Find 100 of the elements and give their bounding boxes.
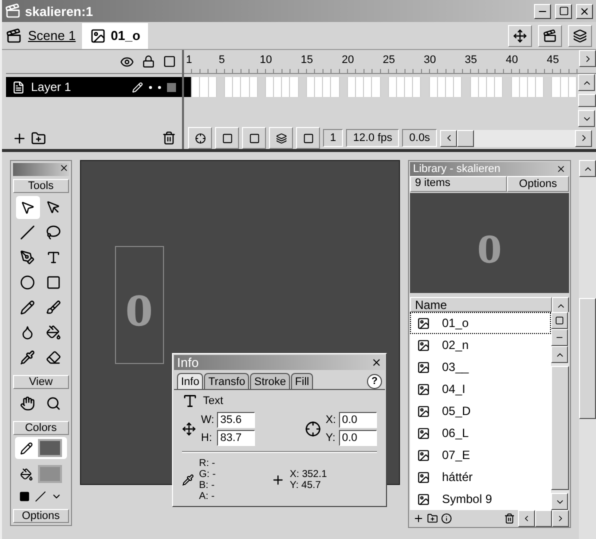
frame-number: 25 [382, 54, 396, 66]
frame-number: 5 [218, 54, 225, 66]
panel-tab[interactable]: Info [177, 373, 204, 389]
current-frame: 1 [323, 129, 344, 147]
scene-link[interactable]: Scene 1 [28, 28, 76, 43]
scrollbar[interactable] [551, 312, 570, 510]
x-field[interactable]: 0.0 [339, 412, 377, 428]
section-title: View [13, 375, 69, 389]
add-layer-icon[interactable] [12, 130, 27, 146]
stroke-swatch[interactable] [38, 439, 62, 457]
symbol-icon [90, 28, 106, 44]
item-count: 9 items [410, 176, 508, 192]
graphic-symbol-icon [416, 382, 430, 396]
edit-scene-button[interactable] [508, 24, 532, 46]
y-field[interactable]: 0.0 [339, 430, 377, 446]
scroll-thumb[interactable] [535, 510, 552, 526]
panel-tab[interactable]: Fill [291, 373, 314, 389]
visible-dot[interactable] [149, 86, 152, 88]
text-icon [182, 393, 198, 409]
scene-menu-button[interactable] [538, 24, 562, 46]
library-item[interactable]: 03__ [410, 356, 552, 378]
library-item[interactable]: háttér [410, 466, 552, 488]
maximize-button[interactable] [555, 4, 572, 18]
arrow-icon [20, 200, 36, 215]
square-icon [302, 132, 314, 144]
cursor-y: Y: 45.7 [290, 480, 322, 491]
window-title: skalieren:1 [25, 4, 94, 18]
new-folder-icon[interactable] [426, 512, 438, 524]
line-icon [20, 225, 36, 240]
eraser-icon [46, 350, 62, 365]
trash-icon[interactable] [162, 131, 176, 145]
library-item[interactable]: 02_n [410, 334, 552, 356]
frame-view-button[interactable] [579, 50, 596, 67]
library-item[interactable]: 07_E [410, 444, 552, 466]
width-label: W: [201, 414, 214, 426]
close-icon[interactable] [371, 357, 382, 368]
panel-tab[interactable]: Transfo [204, 373, 250, 389]
graphic-symbol-icon [416, 426, 430, 440]
hand-icon [20, 396, 36, 411]
center-button[interactable] [188, 127, 212, 149]
onion-outline-button[interactable] [242, 127, 266, 149]
frame-number: 40 [506, 54, 518, 66]
graphic-symbol-icon [416, 338, 430, 352]
color-value: G: - [199, 469, 216, 480]
y-label: Y: [326, 432, 336, 444]
help-button[interactable]: ? [367, 374, 382, 389]
library-item[interactable]: 06_L [410, 422, 552, 444]
width-field[interactable]: 35.6 [217, 412, 256, 428]
onion-skin-button[interactable] [215, 127, 239, 149]
library-item[interactable]: Symbol 9 [410, 488, 552, 510]
arrow-tool[interactable] [16, 196, 40, 219]
graphic-symbol-icon [416, 492, 430, 506]
layer-icon [12, 80, 25, 94]
color-value: B: - [199, 480, 216, 491]
eyedropper-icon [20, 350, 36, 365]
lock-icon[interactable] [142, 55, 155, 68]
new-symbol-icon[interactable] [412, 512, 424, 524]
frame-rate: 12.0 fps [346, 129, 400, 147]
pen-icon [20, 250, 36, 265]
section-title: Colors [13, 421, 69, 435]
close-button[interactable] [576, 4, 593, 18]
cursor-icon [270, 473, 285, 487]
close-icon[interactable] [556, 164, 566, 174]
horizontal-scrollbar[interactable] [518, 510, 570, 526]
lock-dot[interactable] [158, 86, 161, 88]
graphic-symbol-icon [416, 404, 430, 418]
stroke-color-row[interactable] [15, 437, 67, 459]
symbol-tab[interactable]: 01_o [82, 22, 148, 48]
search-icon [46, 396, 62, 411]
properties-icon[interactable] [440, 512, 452, 524]
options-button[interactable]: Options [507, 176, 570, 192]
layer-row[interactable]: Layer 1 [6, 77, 182, 97]
library-item[interactable]: 04_I [410, 378, 552, 400]
scrollbar[interactable] [579, 160, 596, 539]
object-type: Text [203, 395, 224, 407]
close-icon[interactable] [58, 163, 69, 173]
symbol-menu-button[interactable] [568, 24, 592, 46]
eye-icon[interactable] [120, 54, 134, 68]
panel-tab[interactable]: Stroke [250, 373, 290, 389]
outline-swatch[interactable] [167, 82, 176, 92]
height-label: H: [201, 432, 213, 444]
horizontal-scrollbar[interactable] [440, 130, 592, 146]
column-header[interactable]: Name [410, 297, 552, 312]
panel-title: Library - skalieren [412, 163, 500, 175]
rectangle-icon [46, 275, 62, 290]
fill-swatch[interactable] [38, 465, 62, 483]
brush-icon [46, 300, 62, 315]
minimize-button[interactable] [534, 4, 551, 18]
clapperboard-icon [543, 28, 557, 42]
trash-icon[interactable] [504, 512, 516, 524]
edit-frames-button[interactable] [269, 127, 293, 149]
library-item[interactable]: 01_o [410, 312, 552, 334]
outline-icon[interactable] [163, 55, 176, 68]
height-field[interactable]: 83.7 [217, 430, 256, 446]
library-item[interactable]: 05_D [410, 400, 552, 422]
scrollbar[interactable] [578, 74, 596, 127]
onion-markers-button[interactable] [296, 127, 320, 149]
scroll-thumb[interactable] [457, 130, 474, 146]
maximize-icon [558, 6, 568, 16]
graphic-symbol-icon [416, 360, 430, 374]
